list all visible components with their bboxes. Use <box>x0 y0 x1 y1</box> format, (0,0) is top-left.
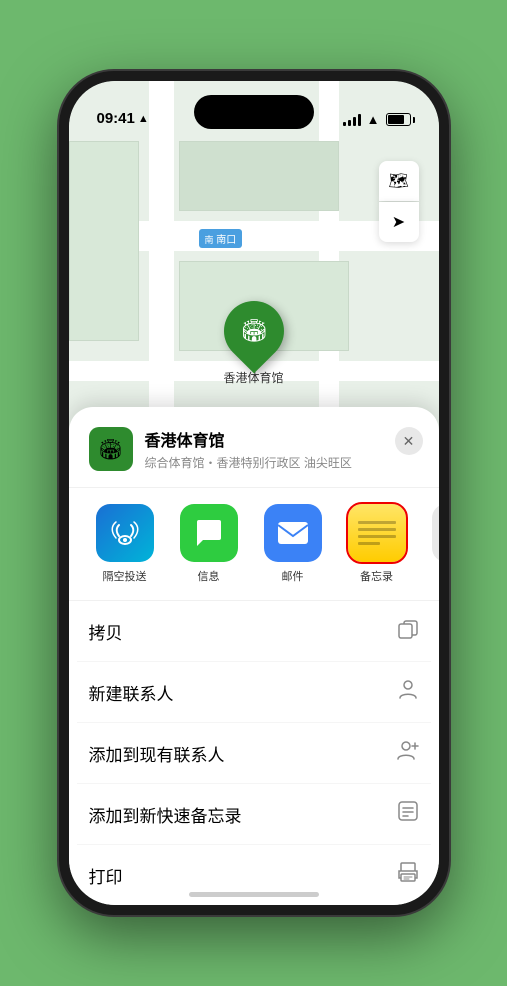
action-new-contact-label: 新建联系人 <box>89 680 174 705</box>
label-text: 南口 <box>216 235 236 246</box>
mail-icon <box>264 504 322 562</box>
map-view-toggle-button[interactable]: 🗺 <box>379 161 419 201</box>
signal-bars-icon <box>343 114 361 126</box>
app-item-notes[interactable]: 备忘录 <box>341 504 413 584</box>
marker-pin: 🏟 <box>211 289 296 374</box>
time-label: 09:41 <box>97 110 135 127</box>
app-item-mail[interactable]: 邮件 <box>257 504 329 584</box>
map-controls: 🗺 ➤ <box>379 161 419 242</box>
marker-icon: 🏟 <box>240 318 268 344</box>
notes-label: 备忘录 <box>360 568 393 584</box>
app-item-airdrop[interactable]: 隔空投送 <box>89 504 161 584</box>
more-icon <box>432 504 439 562</box>
phone-frame: 09:41 ▲ ▲ <box>59 71 449 915</box>
action-copy-label: 拷贝 <box>89 619 123 644</box>
map-view-icon: 🗺 <box>388 171 408 191</box>
wifi-icon: ▲ <box>367 112 380 127</box>
app-icons-row: 隔空投送 信息 <box>69 488 439 601</box>
close-button[interactable]: ✕ <box>395 427 423 455</box>
messages-label: 信息 <box>198 568 220 584</box>
map-block-3 <box>69 141 139 341</box>
map-block-2 <box>179 141 339 211</box>
note-icon <box>397 800 419 828</box>
share-sheet: 🏟 香港体育馆 综合体育馆・香港特别行政区 油尖旺区 ✕ <box>69 407 439 905</box>
venue-emoji-icon: 🏟 <box>98 437 123 462</box>
venue-marker[interactable]: 🏟 香港体育馆 <box>223 301 283 386</box>
action-add-existing-contact[interactable]: 添加到现有联系人 <box>77 723 431 784</box>
map-location-button[interactable]: ➤ <box>379 202 419 242</box>
mail-label: 邮件 <box>282 568 304 584</box>
action-copy[interactable]: 拷贝 <box>77 601 431 662</box>
print-icon <box>397 861 419 889</box>
airdrop-icon <box>96 504 154 562</box>
venue-name: 香港体育馆 <box>145 427 419 451</box>
phone-screen: 09:41 ▲ ▲ <box>69 81 439 905</box>
copy-icon <box>397 617 419 645</box>
action-list: 拷贝 新建联系人 <box>69 601 439 905</box>
dynamic-island <box>194 95 314 129</box>
action-print-label: 打印 <box>89 863 123 888</box>
notes-icon <box>348 504 406 562</box>
app-item-messages[interactable]: 信息 <box>173 504 245 584</box>
action-quick-note[interactable]: 添加到新快速备忘录 <box>77 784 431 845</box>
action-quick-note-label: 添加到新快速备忘录 <box>89 802 242 827</box>
action-new-contact[interactable]: 新建联系人 <box>77 662 431 723</box>
venue-header: 🏟 香港体育馆 综合体育馆・香港特别行政区 油尖旺区 ✕ <box>69 407 439 488</box>
battery-icon <box>386 113 411 126</box>
location-icon: ➤ <box>392 212 405 232</box>
location-arrow-icon: ▲ <box>138 113 149 125</box>
home-indicator <box>189 892 319 897</box>
person-add-icon <box>397 739 419 767</box>
close-icon: ✕ <box>403 433 415 450</box>
airdrop-label: 隔空投送 <box>103 568 147 584</box>
venue-icon: 🏟 <box>89 427 133 471</box>
label-prefix: 南 <box>205 235 214 245</box>
map-label: 南 南口 <box>199 229 243 248</box>
venue-info: 香港体育馆 综合体育馆・香港特别行政区 油尖旺区 <box>145 427 419 471</box>
app-item-more[interactable]: 提 <box>425 504 439 584</box>
person-icon <box>397 678 419 706</box>
venue-address: 综合体育馆・香港特别行政区 油尖旺区 <box>145 454 419 471</box>
messages-icon <box>180 504 238 562</box>
status-time: 09:41 ▲ <box>97 110 149 127</box>
action-add-existing-label: 添加到现有联系人 <box>89 741 225 766</box>
status-icons: ▲ <box>343 112 411 127</box>
